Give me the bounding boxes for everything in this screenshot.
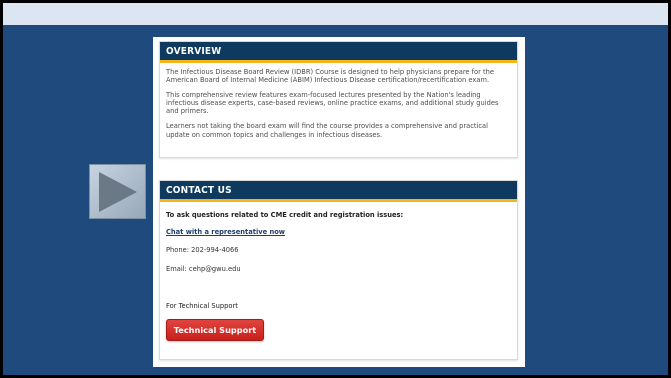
play-icon bbox=[99, 172, 137, 212]
contact-title: CONTACT US bbox=[160, 181, 517, 202]
contact-phone: Phone: 202-994-4066 bbox=[166, 246, 239, 254]
content-area: OVERVIEW The Infectious Disease Board Re… bbox=[153, 37, 525, 367]
overview-paragraph: The Infectious Disease Board Review (IDB… bbox=[166, 68, 494, 85]
play-button[interactable] bbox=[89, 164, 146, 219]
overview-title: OVERVIEW bbox=[160, 42, 517, 63]
window-frame: OVERVIEW The Infectious Disease Board Re… bbox=[3, 3, 668, 375]
contact-panel: CONTACT US To ask questions related to C… bbox=[159, 180, 518, 360]
contact-email: Email: cehp@gwu.edu bbox=[166, 265, 241, 273]
overview-panel: OVERVIEW The Infectious Disease Board Re… bbox=[159, 41, 518, 158]
top-bar bbox=[3, 3, 668, 25]
overview-paragraph: This comprehensive review features exam-… bbox=[166, 91, 499, 116]
chat-link[interactable]: Chat with a representative now bbox=[166, 228, 285, 236]
contact-intro: To ask questions related to CME credit a… bbox=[166, 211, 404, 219]
overview-body: The Infectious Disease Board Review (IDB… bbox=[160, 63, 517, 139]
overview-paragraph: Learners not taking the board exam will … bbox=[166, 122, 489, 139]
tech-support-label: For Technical Support bbox=[166, 302, 238, 310]
technical-support-button[interactable]: Technical Support bbox=[166, 319, 264, 341]
contact-body: To ask questions related to CME credit a… bbox=[160, 202, 517, 341]
